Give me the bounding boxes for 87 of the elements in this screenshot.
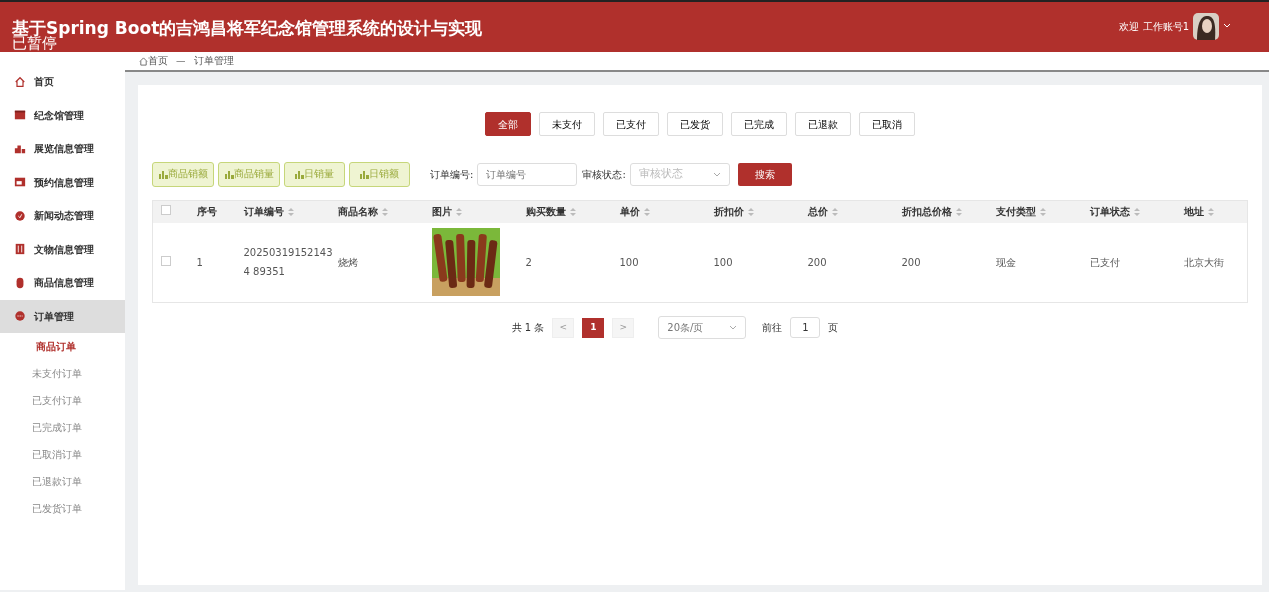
submenu-item[interactable]: 已完成订单 — [0, 414, 125, 441]
menu-icon — [14, 310, 26, 323]
sort-icon[interactable] — [643, 206, 650, 218]
table-cell-text: 2 — [525, 256, 532, 268]
filter-label: 订单编号: — [430, 168, 474, 182]
submenu-item[interactable]: 未支付订单 — [0, 360, 125, 387]
order-number-field[interactable]: 订单编号 — [477, 163, 578, 186]
breadcrumb-item[interactable]: 订单管理 — [193, 53, 234, 69]
column-header[interactable]: 地址 — [1183, 206, 1204, 218]
menu-label: 纪念馆管理 — [34, 108, 84, 123]
table-cell-text: 北京大街 — [1183, 256, 1224, 268]
user-avatar[interactable] — [1193, 13, 1219, 40]
table-cell-text: 1 — [196, 256, 203, 268]
sort-icon[interactable] — [747, 206, 754, 218]
home-icon — [139, 56, 148, 66]
menu-icon — [14, 209, 26, 222]
sort-icon[interactable] — [287, 206, 294, 218]
table-cell-text: 现金 — [995, 256, 1016, 268]
status-tab[interactable]: 已支付 — [603, 112, 659, 136]
status-tab[interactable]: 已完成 — [731, 112, 787, 136]
menu-icon — [14, 243, 26, 256]
column-header[interactable]: 总价 — [807, 206, 828, 218]
menu-icon — [14, 109, 26, 122]
menu-label: 新闻动态管理 — [34, 209, 94, 224]
paused-overlay-text: 已暂停 — [12, 35, 57, 52]
menu-label: 预约信息管理 — [34, 175, 94, 190]
status-tab[interactable]: 已取消 — [859, 112, 915, 136]
sort-icon[interactable] — [569, 206, 576, 218]
menu-label: 展览信息管理 — [34, 142, 94, 157]
table-cell-text: 烧烤 — [337, 256, 358, 268]
sort-icon[interactable] — [381, 206, 388, 218]
menu-label: 订单管理 — [34, 309, 74, 324]
table-cell-text: 100 — [619, 256, 639, 268]
sort-icon[interactable] — [831, 206, 838, 218]
search-button[interactable]: 搜索 — [737, 163, 792, 186]
table-cell-text: 200 — [807, 256, 827, 268]
table-cell-text: 200 — [901, 256, 921, 268]
page-unit-label: 页 — [828, 321, 839, 335]
status-tab[interactable]: 未支付 — [539, 112, 595, 136]
menu-icon — [14, 75, 26, 88]
column-header[interactable]: 图片 — [431, 206, 452, 218]
page-number-field[interactable]: 1 — [790, 317, 821, 338]
sort-icon[interactable] — [1133, 206, 1140, 218]
select-all-checkbox[interactable] — [161, 205, 171, 216]
sidebar-item[interactable]: 展览信息管理 — [0, 132, 125, 166]
sidebar-item[interactable]: 新闻动态管理 — [0, 199, 125, 233]
column-header[interactable]: 折扣价 — [713, 206, 744, 218]
breadcrumb-separator: — — [176, 53, 186, 68]
sort-icon[interactable] — [1207, 206, 1214, 218]
menu-icon — [14, 276, 26, 289]
breadcrumb-item[interactable]: 首页 — [148, 53, 168, 69]
menu-icon — [14, 176, 26, 189]
status-tab[interactable]: 全部 — [485, 112, 531, 136]
bar-chart-icon — [360, 170, 369, 179]
page-size-select[interactable]: 20条/页 — [658, 316, 747, 339]
submenu-item[interactable]: 已发货订单 — [0, 495, 125, 522]
sidebar-item[interactable]: 纪念馆管理 — [0, 98, 125, 132]
submenu-item[interactable]: 商品订单 — [0, 333, 125, 360]
sidebar-item[interactable]: 预约信息管理 — [0, 165, 125, 199]
sort-icon[interactable] — [1039, 206, 1046, 218]
bar-chart-icon — [224, 170, 234, 179]
row-checkbox[interactable] — [161, 255, 171, 266]
status-tab[interactable]: 已发货 — [667, 112, 723, 136]
filter-label: 审核状态: — [582, 168, 626, 182]
sort-icon[interactable] — [955, 206, 962, 218]
status-tab[interactable]: 已退款 — [795, 112, 851, 136]
sidebar-item[interactable]: 订单管理 — [0, 299, 125, 333]
submenu-item[interactable]: 已退款订单 — [0, 468, 125, 495]
bar-chart-icon — [295, 170, 304, 179]
sidebar-item[interactable]: 商品信息管理 — [0, 266, 125, 300]
sort-icon[interactable] — [455, 206, 462, 218]
table-cell-text: 已支付 — [1089, 256, 1120, 268]
welcome-text: 欢迎 工作账号1 — [1119, 20, 1189, 34]
menu-label: 文物信息管理 — [34, 242, 94, 257]
page-button[interactable]: 1 — [582, 317, 605, 338]
table-cell-text: 100 — [713, 256, 733, 268]
column-header[interactable]: 单价 — [619, 206, 640, 218]
sidebar-item[interactable]: 文物信息管理 — [0, 232, 125, 266]
menu-label: 商品信息管理 — [34, 276, 94, 291]
goto-label: 前往 — [762, 321, 783, 335]
bar-chart-icon — [158, 170, 168, 179]
submenu-item[interactable]: 已取消订单 — [0, 441, 125, 468]
total-count: 共 1 条 — [511, 321, 545, 335]
menu-label: 首页 — [34, 75, 54, 90]
submenu-item[interactable]: 已支付订单 — [0, 387, 125, 414]
table-cell-text: 202503191521434 89351 — [243, 246, 334, 280]
sidebar-item[interactable]: 首页 — [0, 65, 125, 99]
